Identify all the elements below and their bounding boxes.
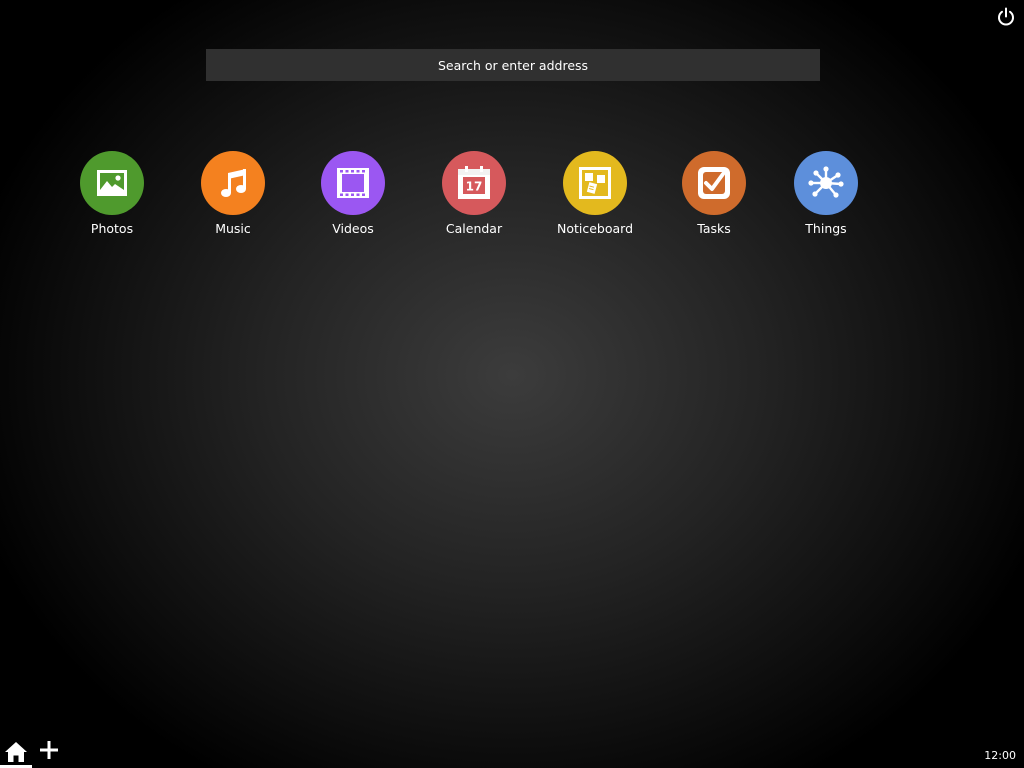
app-label-noticeboard: Noticeboard: [556, 221, 634, 236]
app-photos-circle: [80, 151, 144, 215]
home-icon: [5, 742, 27, 762]
clock: 12:00: [984, 749, 1016, 762]
app-calendar[interactable]: 17 Calendar: [424, 151, 524, 236]
power-button[interactable]: [994, 5, 1018, 29]
app-noticeboard-circle: [563, 151, 627, 215]
music-note-icon: [221, 169, 246, 197]
noticeboard-icon: [579, 167, 611, 199]
film-strip-icon: [337, 168, 369, 198]
app-tasks[interactable]: Tasks: [664, 151, 764, 236]
search-input[interactable]: [206, 49, 820, 81]
app-things-circle: [794, 151, 858, 215]
home-button[interactable]: [0, 736, 32, 768]
app-label-music: Music: [215, 221, 251, 236]
bottom-bar: 12:00: [0, 736, 1024, 768]
app-things[interactable]: Things: [776, 151, 876, 236]
photo-icon: [97, 170, 127, 196]
app-tasks-circle: [682, 151, 746, 215]
app-videos-circle: [321, 151, 385, 215]
app-videos[interactable]: Videos: [303, 151, 403, 236]
plus-icon: [40, 741, 58, 759]
app-label-calendar: Calendar: [445, 221, 503, 236]
app-label-tasks: Tasks: [697, 221, 731, 236]
app-label-videos: Videos: [332, 221, 374, 236]
app-noticeboard[interactable]: Noticeboard: [545, 151, 645, 236]
power-icon: [998, 7, 1014, 26]
add-button[interactable]: [36, 737, 62, 763]
app-label-things: Things: [805, 221, 847, 236]
homescreen: Photos Music: [0, 0, 1024, 768]
app-music[interactable]: Music: [183, 151, 283, 236]
app-label-photos: Photos: [90, 221, 134, 236]
calendar-icon: 17: [458, 166, 490, 199]
checkbox-icon: [698, 167, 730, 199]
app-photos[interactable]: Photos: [62, 151, 162, 236]
app-music-circle: [201, 151, 265, 215]
network-hub-icon: [808, 166, 844, 198]
app-calendar-circle: 17: [442, 151, 506, 215]
calendar-icon-date: 17: [466, 180, 483, 194]
